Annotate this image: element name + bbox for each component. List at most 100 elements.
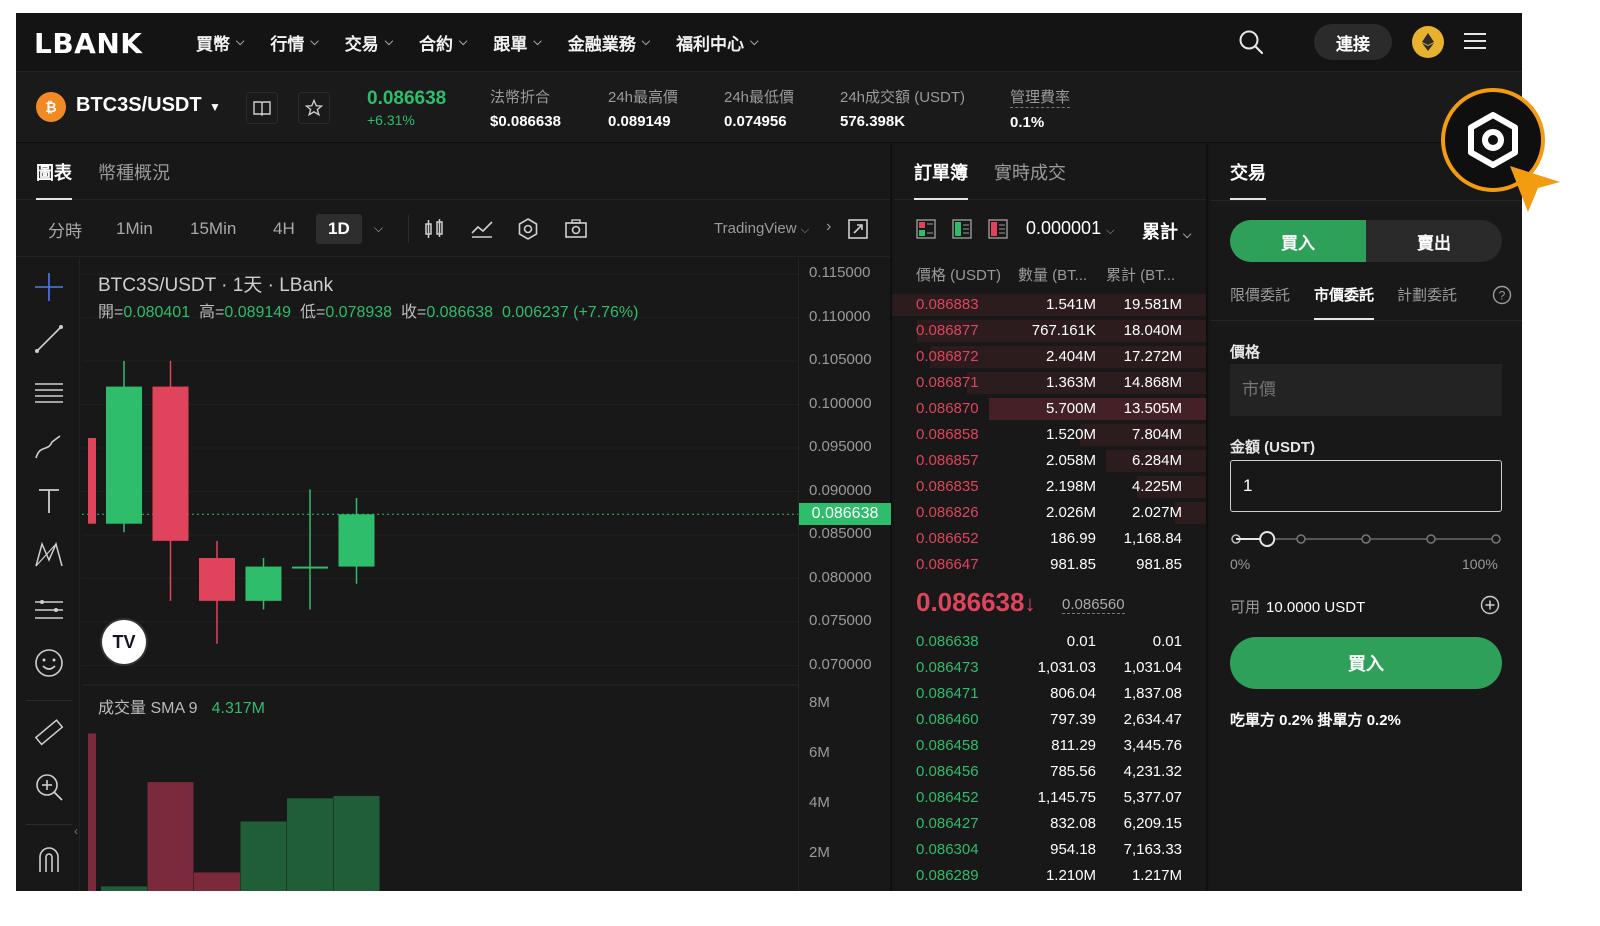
ask-quantity: 2.404M [1045, 348, 1096, 365]
search-icon[interactable] [1238, 29, 1264, 55]
bid-row[interactable]: 0.086473 1,031.03 1,031.04 [894, 655, 1206, 681]
ask-price: 0.086877 [916, 322, 979, 339]
timeframe-1d[interactable]: 1D [316, 214, 362, 244]
ask-row[interactable]: 0.086858 1.520M 7.804M [894, 422, 1206, 448]
chart-settings-icon[interactable] [516, 217, 540, 241]
price-input[interactable] [1230, 364, 1502, 416]
ask-row[interactable]: 0.086877 767.161K 18.040M [894, 318, 1206, 344]
bid-row[interactable]: 0.086471 806.04 1,837.08 [894, 681, 1206, 707]
bid-row[interactable]: 0.086427 832.08 6,209.15 [894, 811, 1206, 837]
volume-bar [88, 733, 96, 891]
candle-type-icon[interactable] [422, 217, 446, 241]
timeframe-15min[interactable]: 15Min [178, 214, 248, 244]
bid-row[interactable]: 0.086458 811.29 3,445.76 [894, 733, 1206, 759]
menu-finance[interactable]: 金融業務 ⌵ [568, 30, 650, 55]
slider-handle [1259, 531, 1276, 547]
timeframe-1min[interactable]: 1Min [104, 214, 165, 244]
tab-coin-overview[interactable]: 幣種概況 [98, 144, 170, 200]
tradingview-logo[interactable]: TV [102, 620, 146, 664]
timeframe-more-chevron-icon[interactable]: ⌵ [374, 221, 383, 236]
tab-plan-order[interactable]: 計劃委託 [1397, 284, 1457, 320]
help-icon[interactable]: ? [1492, 285, 1512, 305]
ask-row[interactable]: 0.086872 2.404M 17.272M [894, 344, 1206, 370]
ruler-icon[interactable] [32, 716, 66, 750]
timeframe-4h[interactable]: 4H [261, 214, 307, 244]
hamburger-menu-icon[interactable] [1464, 31, 1486, 51]
candlestick-chart[interactable]: BTC3S/USDT · 1天 · LBank 開=0.080401 高=0.0… [82, 258, 798, 891]
bid-price: 0.086638 [916, 633, 979, 650]
bid-row[interactable]: 0.086304 954.18 7,163.33 [894, 837, 1206, 863]
tab-chart[interactable]: 圖表 [36, 144, 72, 200]
pair-selector[interactable]: BTC3S/USDT [76, 94, 202, 117]
ask-row[interactable]: 0.086652 186.99 1,168.84 [894, 526, 1206, 552]
amount-input[interactable] [1230, 460, 1502, 512]
menu-buy-crypto[interactable]: 買幣 ⌵ [196, 30, 244, 55]
precision-select[interactable]: 0.000001 ⌵ [1026, 218, 1114, 239]
buy-tab[interactable]: 買入 [1230, 220, 1366, 262]
crosshair-icon[interactable] [32, 270, 66, 304]
ask-quantity: 981.85 [1050, 556, 1096, 573]
brush-icon[interactable] [32, 430, 66, 464]
view-both-icon[interactable] [916, 219, 936, 239]
tradingview-selector[interactable]: TradingView ⌵ [714, 220, 809, 237]
tab-limit-order[interactable]: 限價委託 [1230, 284, 1290, 320]
tab-order-book[interactable]: 訂單簿 [914, 144, 968, 200]
avatar[interactable] [1412, 26, 1444, 58]
fullscreen-icon[interactable] [846, 217, 870, 241]
bid-quantity: 806.04 [1050, 685, 1096, 702]
tab-market-order[interactable]: 市價委託 [1314, 284, 1375, 320]
emoji-icon[interactable] [32, 646, 66, 680]
ask-row[interactable]: 0.086647 981.85 981.85 [894, 552, 1206, 578]
tools-divider [26, 824, 72, 825]
menu-markets[interactable]: 行情 ⌵ [270, 30, 318, 55]
star-favorite-icon[interactable] [298, 92, 330, 124]
camera-snapshot-icon[interactable] [564, 217, 588, 241]
stat-management-fee[interactable]: 管理費率 0.1% [1010, 86, 1071, 131]
magnet-icon[interactable] [32, 842, 66, 876]
chevron-right-icon[interactable]: › [826, 218, 831, 236]
ask-row[interactable]: 0.086835 2.198M 4.225M [894, 474, 1206, 500]
ask-row[interactable]: 0.086857 2.058M 6.284M [894, 448, 1206, 474]
ask-row[interactable]: 0.086870 5.700M 13.505M [894, 396, 1206, 422]
buy-button[interactable]: 買入 [1230, 637, 1502, 689]
connect-wallet-button[interactable]: 連接 [1314, 24, 1392, 60]
view-asks-icon[interactable] [988, 219, 1008, 239]
menu-futures[interactable]: 合約 ⌵ [419, 30, 467, 55]
timeframe-time[interactable]: 分時 [36, 214, 94, 244]
horizontal-lines-icon[interactable] [32, 376, 66, 410]
bid-row[interactable]: 0.086289 1.210M 1.217M [894, 863, 1206, 889]
ask-quantity: 1.520M [1045, 426, 1096, 443]
text-tool-icon[interactable] [32, 484, 66, 518]
sell-tab[interactable]: 賣出 [1366, 220, 1502, 262]
menu-copy-trading[interactable]: 跟單 ⌵ [493, 30, 541, 55]
cumulative-select[interactable]: 累計 ⌵ [1142, 218, 1191, 244]
indicators-icon[interactable] [470, 217, 494, 241]
bid-row[interactable]: 0.086460 797.39 2,634.47 [894, 707, 1206, 733]
book-icon[interactable] [246, 92, 278, 124]
tab-trade[interactable]: 交易 [1230, 144, 1266, 200]
amount-slider[interactable] [1230, 529, 1502, 549]
bid-price: 0.086471 [916, 685, 979, 702]
svg-text:?: ? [1499, 289, 1506, 303]
ask-row[interactable]: 0.086883 1.541M 19.581M [892, 292, 1206, 318]
menu-rewards[interactable]: 福利中心 ⌵ [676, 30, 758, 55]
menu-trade[interactable]: 交易 ⌵ [345, 30, 393, 55]
forecast-icon[interactable] [32, 592, 66, 626]
add-funds-icon[interactable] [1480, 595, 1500, 615]
caret-down-icon[interactable]: ▼ [209, 100, 221, 114]
ask-row[interactable]: 0.086871 1.363M 14.868M [894, 370, 1206, 396]
bid-row[interactable]: 0.086638 0.01 0.01 [894, 629, 1206, 655]
zoom-in-icon[interactable] [32, 770, 66, 804]
ask-row[interactable]: 0.086826 2.026M 2.027M [894, 500, 1206, 526]
slider-max-label: 100% [1462, 556, 1498, 572]
view-bids-icon[interactable] [952, 219, 972, 239]
tab-recent-trades[interactable]: 實時成交 [994, 144, 1066, 200]
order-book-panel: 訂單簿 實時成交 0.000001 ⌵ 累計 ⌵ 價格 (USDT) 數量 (B… [892, 144, 1208, 891]
pattern-icon[interactable] [32, 538, 66, 572]
bid-row[interactable]: 0.086456 785.56 4,231.32 [894, 759, 1206, 785]
chevron-down-icon: ⌵ [1183, 229, 1192, 241]
bid-row[interactable]: 0.086452 1,145.75 5,377.07 [894, 785, 1206, 811]
chevron-down-icon: ⌵ [384, 35, 394, 48]
trend-line-icon[interactable] [32, 322, 66, 356]
lbank-logo[interactable]: LBANK [34, 27, 142, 60]
